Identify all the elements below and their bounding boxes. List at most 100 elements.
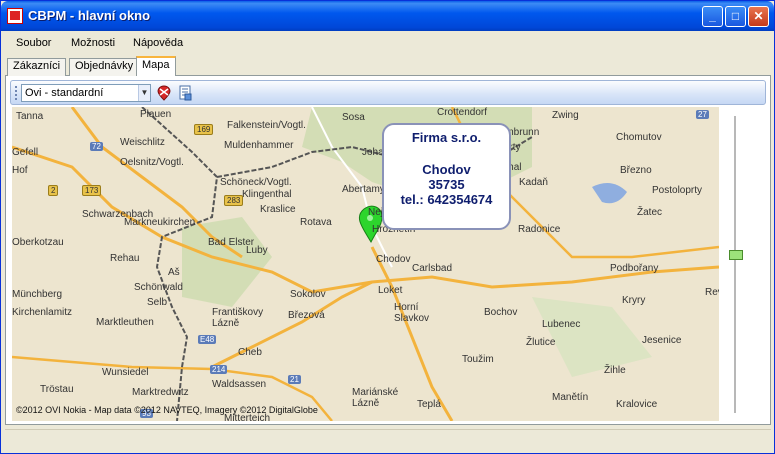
map-label: Waldsassen — [212, 379, 267, 390]
map-toolbar: Ovi - standardní ▼ — [10, 80, 766, 105]
map-label: Kadaň — [519, 177, 548, 188]
map-label: Tanna — [16, 111, 44, 122]
chevron-down-icon[interactable]: ▼ — [138, 85, 150, 101]
map-marker-tool-icon[interactable] — [156, 85, 172, 101]
map-label: Sosa — [342, 112, 365, 123]
map-label: Postoloprty — [652, 185, 703, 196]
minimize-button[interactable]: _ — [702, 6, 723, 27]
map-label: Schönwald — [134, 282, 183, 293]
map-label: Teplá — [417, 399, 441, 410]
map-label: Selb — [147, 297, 168, 308]
popup-company-name: Firma s.r.o. — [411, 130, 482, 145]
close-button[interactable]: ✕ — [748, 6, 769, 27]
tab-mapa[interactable]: Mapa — [136, 56, 176, 77]
road-number: 21 — [288, 375, 301, 384]
menu-napoveda[interactable]: Nápověda — [133, 37, 183, 49]
app-icon — [7, 8, 23, 24]
road-number: 72 — [90, 142, 103, 151]
popup-phone: tel.: 642354674 — [400, 192, 493, 207]
road-number: 283 — [224, 195, 244, 206]
road-number: 173 — [82, 185, 102, 196]
window-title: CBPM - hlavní okno — [28, 8, 151, 23]
map-label: Žatec — [637, 207, 663, 218]
map-label: Schwarzenbach — [82, 209, 154, 220]
menu-bar: Soubor Možnosti Nápověda — [1, 31, 774, 55]
map-label: Toužim — [462, 354, 494, 365]
map-label: Gefell — [12, 147, 39, 158]
main-window: CBPM - hlavní okno _ □ ✕ Soubor Možnosti… — [0, 0, 775, 454]
map-label: Horní Slavkov — [394, 302, 430, 324]
title-bar[interactable]: CBPM - hlavní okno _ □ ✕ — [1, 1, 774, 31]
map-type-select[interactable]: Ovi - standardní ▼ — [21, 84, 151, 102]
maximize-button[interactable]: □ — [725, 6, 746, 27]
map-label: Žlutice — [526, 337, 556, 348]
tab-strip: Zákazníci Objednávky Mapa — [5, 56, 771, 77]
map-label: Muldenhammer — [224, 140, 294, 151]
map-label: Münchberg — [12, 289, 63, 300]
map-label: Žihle — [604, 365, 626, 376]
map-label: Chomutov — [616, 132, 662, 143]
road-number: 169 — [194, 124, 214, 135]
map-label: Weischlitz — [120, 137, 165, 148]
map-label: Kirchenlamitz — [12, 307, 73, 318]
map-copyright: ©2012 OVI Nokia - Map data ©2012 NAVTEQ,… — [16, 405, 318, 415]
tab-objednavky[interactable]: Objednávky — [69, 58, 140, 76]
status-bar — [5, 429, 771, 449]
water-body — [592, 183, 627, 204]
map-label: Radonice — [518, 224, 561, 235]
map-label: Chodov — [376, 254, 411, 265]
map-label: Crottendorf — [437, 107, 488, 118]
popup-city: Chodov — [422, 162, 471, 177]
map-label: Kraslice — [260, 204, 296, 215]
map-label: Manětín — [552, 392, 589, 403]
menu-soubor[interactable]: Soubor — [16, 37, 51, 49]
map-label: Sokolov — [290, 289, 326, 300]
map-label: Zwing — [552, 110, 579, 121]
map-label: Cheb — [238, 347, 262, 358]
map-label: Oelsnitz/Vogtl. — [120, 157, 184, 168]
map-label: Lubenec — [542, 319, 581, 330]
map-label: Rev — [705, 287, 719, 298]
map-label: Oberkotzau — [12, 237, 64, 248]
map-label: Rehau — [110, 253, 140, 264]
map-label: Podbořany — [610, 263, 659, 274]
tab-zakaznici[interactable]: Zákazníci — [7, 58, 67, 76]
map-type-value: Ovi - standardní — [25, 87, 104, 99]
map-label: Rotava — [300, 217, 332, 228]
map-label: Klingenthal — [242, 189, 292, 200]
map-label: Františkovy Lázně — [212, 307, 264, 329]
document-icon[interactable] — [177, 85, 193, 101]
popup-zip: 35735 — [428, 177, 465, 192]
map-label: Luby — [246, 245, 268, 256]
toolbar-grip[interactable] — [15, 86, 17, 100]
zoom-slider[interactable] — [729, 116, 743, 413]
map-label: Wunsiedel — [102, 367, 149, 378]
map-label: Hof — [12, 165, 28, 176]
map-label: Falkenstein/Vogtl. — [227, 120, 306, 131]
map-label: Carlsbad — [412, 263, 453, 274]
map-label: Schöneck/Vogtl. — [220, 177, 292, 188]
map-label: Březová — [288, 310, 325, 321]
map-label: Abertamy — [342, 184, 385, 195]
map-label: Plauen — [140, 109, 172, 120]
map-label: Tröstau — [40, 384, 74, 395]
road-number: 2 — [48, 185, 59, 196]
road-number: 27 — [696, 110, 709, 119]
road-number: 214 — [210, 365, 228, 374]
map-label: Bochov — [484, 307, 518, 318]
map-label: Mariánské Lázně — [352, 387, 399, 409]
map-label: Jesenice — [642, 335, 682, 346]
zoom-thumb[interactable] — [729, 250, 743, 260]
map-label: Kralovice — [616, 399, 658, 410]
zoom-track[interactable] — [734, 116, 736, 413]
location-popup[interactable]: Firma s.r.o. Chodov 35735 tel.: 64235467… — [382, 123, 511, 230]
map-label: Kryry — [622, 295, 646, 306]
map-tab-panel: Ovi - standardní ▼ Tanna Plauen Falkenst… — [5, 76, 771, 425]
map-label: Aš — [168, 267, 180, 278]
map-label: Březno — [620, 165, 652, 176]
road-number: E48 — [198, 335, 217, 344]
map-label: Marktleuthen — [96, 317, 154, 328]
map-view[interactable]: Tanna Plauen Falkenstein/Vogtl. Sosa Cro… — [12, 107, 719, 421]
menu-moznosti[interactable]: Možnosti — [71, 37, 115, 49]
map-label: Loket — [378, 285, 403, 296]
